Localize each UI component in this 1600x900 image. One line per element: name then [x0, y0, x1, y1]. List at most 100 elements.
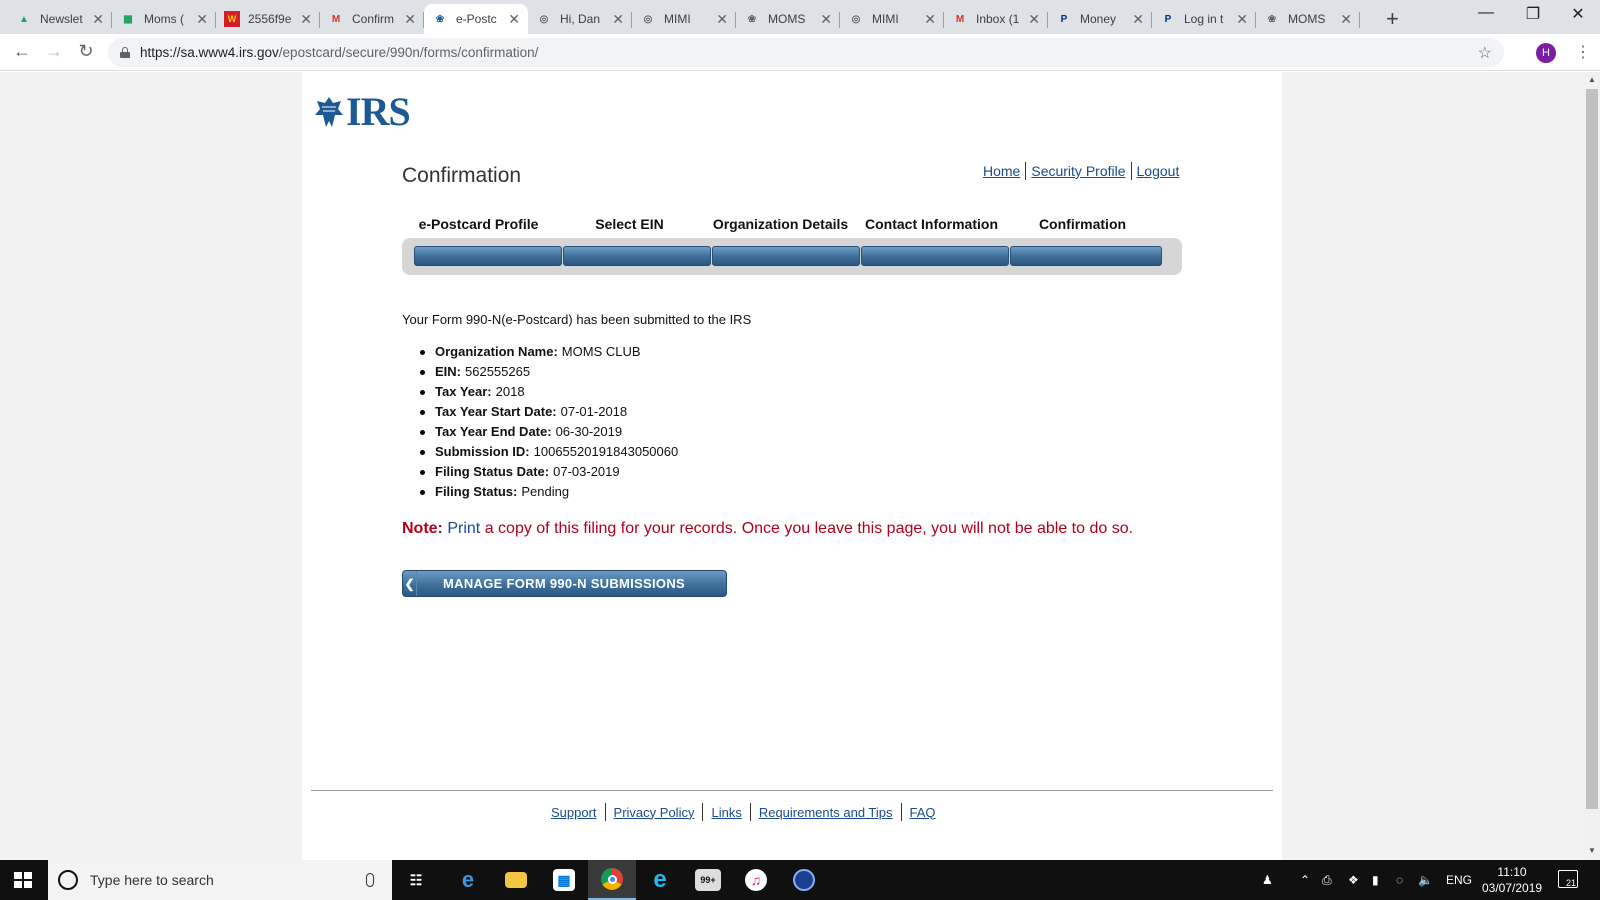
file-explorer-icon[interactable]	[492, 860, 540, 900]
close-tab-icon[interactable]: ✕	[716, 11, 728, 28]
close-window-button[interactable]: ✕	[1558, 4, 1598, 24]
note-label: Note:	[402, 520, 443, 537]
browser-tab-strip: + — ❐ ✕ ▲ Newslet ✕ ▦ Moms (✕ W 2556f9e ✕ M Confi…	[0, 0, 1600, 34]
browser-tab[interactable]: P Money ✕	[1048, 4, 1152, 34]
wifi-icon[interactable]: ◌	[1396, 860, 1403, 900]
security-profile-link[interactable]: Security Profile	[1031, 163, 1125, 179]
browser-menu-icon[interactable]: ⋮	[1575, 42, 1591, 62]
restore-button[interactable]: ❐	[1513, 4, 1553, 24]
logout-link[interactable]: Logout	[1137, 163, 1180, 179]
browser-tab[interactable]: ◎ Hi, Dan ✕	[528, 4, 632, 34]
close-tab-icon[interactable]: ✕	[404, 11, 416, 28]
bookmark-star-icon[interactable]: ☆	[1478, 43, 1492, 63]
scroll-up-arrow-icon[interactable]: ▲	[1584, 75, 1600, 84]
home-link[interactable]: Home	[983, 163, 1020, 179]
new-tab-button[interactable]: +	[1386, 6, 1399, 32]
browser-tab[interactable]: ▦ Moms (✕	[112, 4, 216, 34]
tab-title: Moms (	[144, 12, 184, 26]
browser-tab[interactable]: M Inbox (1 ✕	[944, 4, 1048, 34]
printer-icon[interactable]: ⎙	[1322, 860, 1332, 900]
minimize-button[interactable]: —	[1466, 4, 1506, 22]
list-item: Tax Year Start Date: 07-01-2018	[420, 402, 678, 422]
address-bar[interactable]: https://sa.www4.irs.gov/epostcard/secure…	[108, 38, 1504, 67]
close-tab-icon[interactable]: ✕	[924, 11, 936, 28]
people-icon[interactable]: ♟	[1262, 860, 1273, 900]
step-label-contact-information: Contact Information	[865, 216, 998, 232]
support-link[interactable]: Support	[551, 805, 597, 820]
windows-start-icon[interactable]	[14, 872, 32, 888]
microphone-icon[interactable]	[366, 873, 374, 887]
edge-icon[interactable]: e	[444, 860, 492, 900]
tab-title: MOMS	[768, 12, 806, 26]
browser-tab[interactable]: ▲ Newslet ✕	[8, 4, 112, 34]
action-center-icon[interactable]: 21	[1558, 870, 1578, 888]
list-item: Submission ID: 10065520191843050060	[420, 442, 678, 462]
scroll-thumb[interactable]	[1586, 89, 1598, 809]
forward-arrow-icon[interactable]: →	[42, 41, 66, 62]
link-divider	[1025, 162, 1027, 180]
progress-segment	[712, 246, 860, 266]
language-indicator[interactable]: ENG	[1446, 860, 1472, 900]
task-view-icon[interactable]: ☷	[392, 860, 440, 900]
url-path: /epostcard/secure/990n/forms/confirmatio…	[278, 45, 539, 60]
close-tab-icon[interactable]: ✕	[612, 11, 624, 28]
dropbox-icon[interactable]: ❖	[1348, 860, 1359, 900]
close-tab-icon[interactable]: ✕	[196, 11, 208, 28]
irs-logo[interactable]: IRS	[314, 88, 411, 135]
scroll-down-arrow-icon[interactable]: ▼	[1584, 846, 1600, 855]
volume-icon[interactable]: 🔈	[1418, 860, 1433, 900]
privacy-policy-link[interactable]: Privacy Policy	[614, 805, 695, 820]
browser-tab[interactable]: ◎ MIMI ✕	[840, 4, 944, 34]
manage-submissions-button[interactable]: ❮ MANAGE FORM 990-N SUBMISSIONS	[402, 570, 727, 597]
globe-icon: ◎	[539, 13, 549, 25]
tab-title: Money	[1080, 12, 1117, 26]
reload-icon[interactable]: ↻	[74, 41, 98, 62]
mail-icon[interactable]: 99+	[684, 860, 732, 900]
link-divider	[604, 803, 606, 821]
tab-title: Log in t	[1184, 12, 1224, 26]
search-placeholder: Type here to search	[90, 872, 214, 888]
back-arrow-icon[interactable]: ←	[10, 41, 34, 62]
internet-explorer-icon[interactable]: e	[636, 860, 684, 900]
browser-tab[interactable]: ❀ e-Postc ✕	[424, 4, 528, 34]
browser-tab[interactable]: P Log in t ✕	[1152, 4, 1256, 34]
profile-avatar[interactable]: H	[1536, 43, 1556, 63]
taskbar-clock[interactable]: 11:10 03/07/2019	[1482, 864, 1542, 896]
windows-taskbar: Type here to search ☷ e ▦ e 99+ ♫ ♟ ⌃ ⎙ …	[0, 860, 1600, 900]
footer-divider	[311, 790, 1273, 791]
taskbar-search-box[interactable]: Type here to search	[48, 860, 392, 900]
step-label-postcard-profile: e-Postcard Profile	[418, 216, 539, 232]
close-tab-icon[interactable]: ✕	[300, 11, 312, 28]
lock-icon	[120, 47, 130, 58]
itunes-icon[interactable]: ♫	[732, 860, 780, 900]
list-item: EIN: 562555265	[420, 362, 678, 382]
irs-eagle-icon: ❀	[435, 13, 445, 25]
browser-tab[interactable]: ❀ MOMS ✕	[736, 4, 840, 34]
browser-tab[interactable]: M Confirm ✕	[320, 4, 424, 34]
chrome-icon[interactable]	[588, 860, 636, 900]
app-icon[interactable]	[780, 860, 828, 900]
vertical-scrollbar[interactable]: ▲ ▼	[1584, 72, 1600, 860]
show-hidden-icons[interactable]: ⌃	[1300, 860, 1310, 900]
store-icon[interactable]: ▦	[540, 860, 588, 900]
close-tab-icon[interactable]: ✕	[508, 11, 520, 28]
links-link[interactable]: Links	[711, 805, 741, 820]
progress-segment	[414, 246, 562, 266]
close-tab-icon[interactable]: ✕	[1028, 11, 1040, 28]
browser-tab[interactable]: ◎ MIMI ✕	[632, 4, 736, 34]
faq-link[interactable]: FAQ	[910, 805, 936, 820]
battery-icon[interactable]: ▮	[1372, 860, 1379, 900]
browser-tab[interactable]: W 2556f9e ✕	[216, 4, 320, 34]
print-note: Note: Print a copy of this filing for yo…	[402, 520, 1133, 538]
list-item: Tax Year: 2018	[420, 382, 678, 402]
link-divider	[749, 803, 751, 821]
url-host: https://sa.www4.irs.gov	[140, 45, 279, 60]
close-tab-icon[interactable]: ✕	[1340, 11, 1352, 28]
close-tab-icon[interactable]: ✕	[820, 11, 832, 28]
close-tab-icon[interactable]: ✕	[1236, 11, 1248, 28]
close-tab-icon[interactable]: ✕	[1132, 11, 1144, 28]
close-tab-icon[interactable]: ✕	[92, 11, 104, 28]
print-link[interactable]: Print	[447, 520, 480, 537]
browser-tab[interactable]: ❀ MOMS ✕	[1256, 4, 1360, 34]
requirements-tips-link[interactable]: Requirements and Tips	[759, 805, 893, 820]
